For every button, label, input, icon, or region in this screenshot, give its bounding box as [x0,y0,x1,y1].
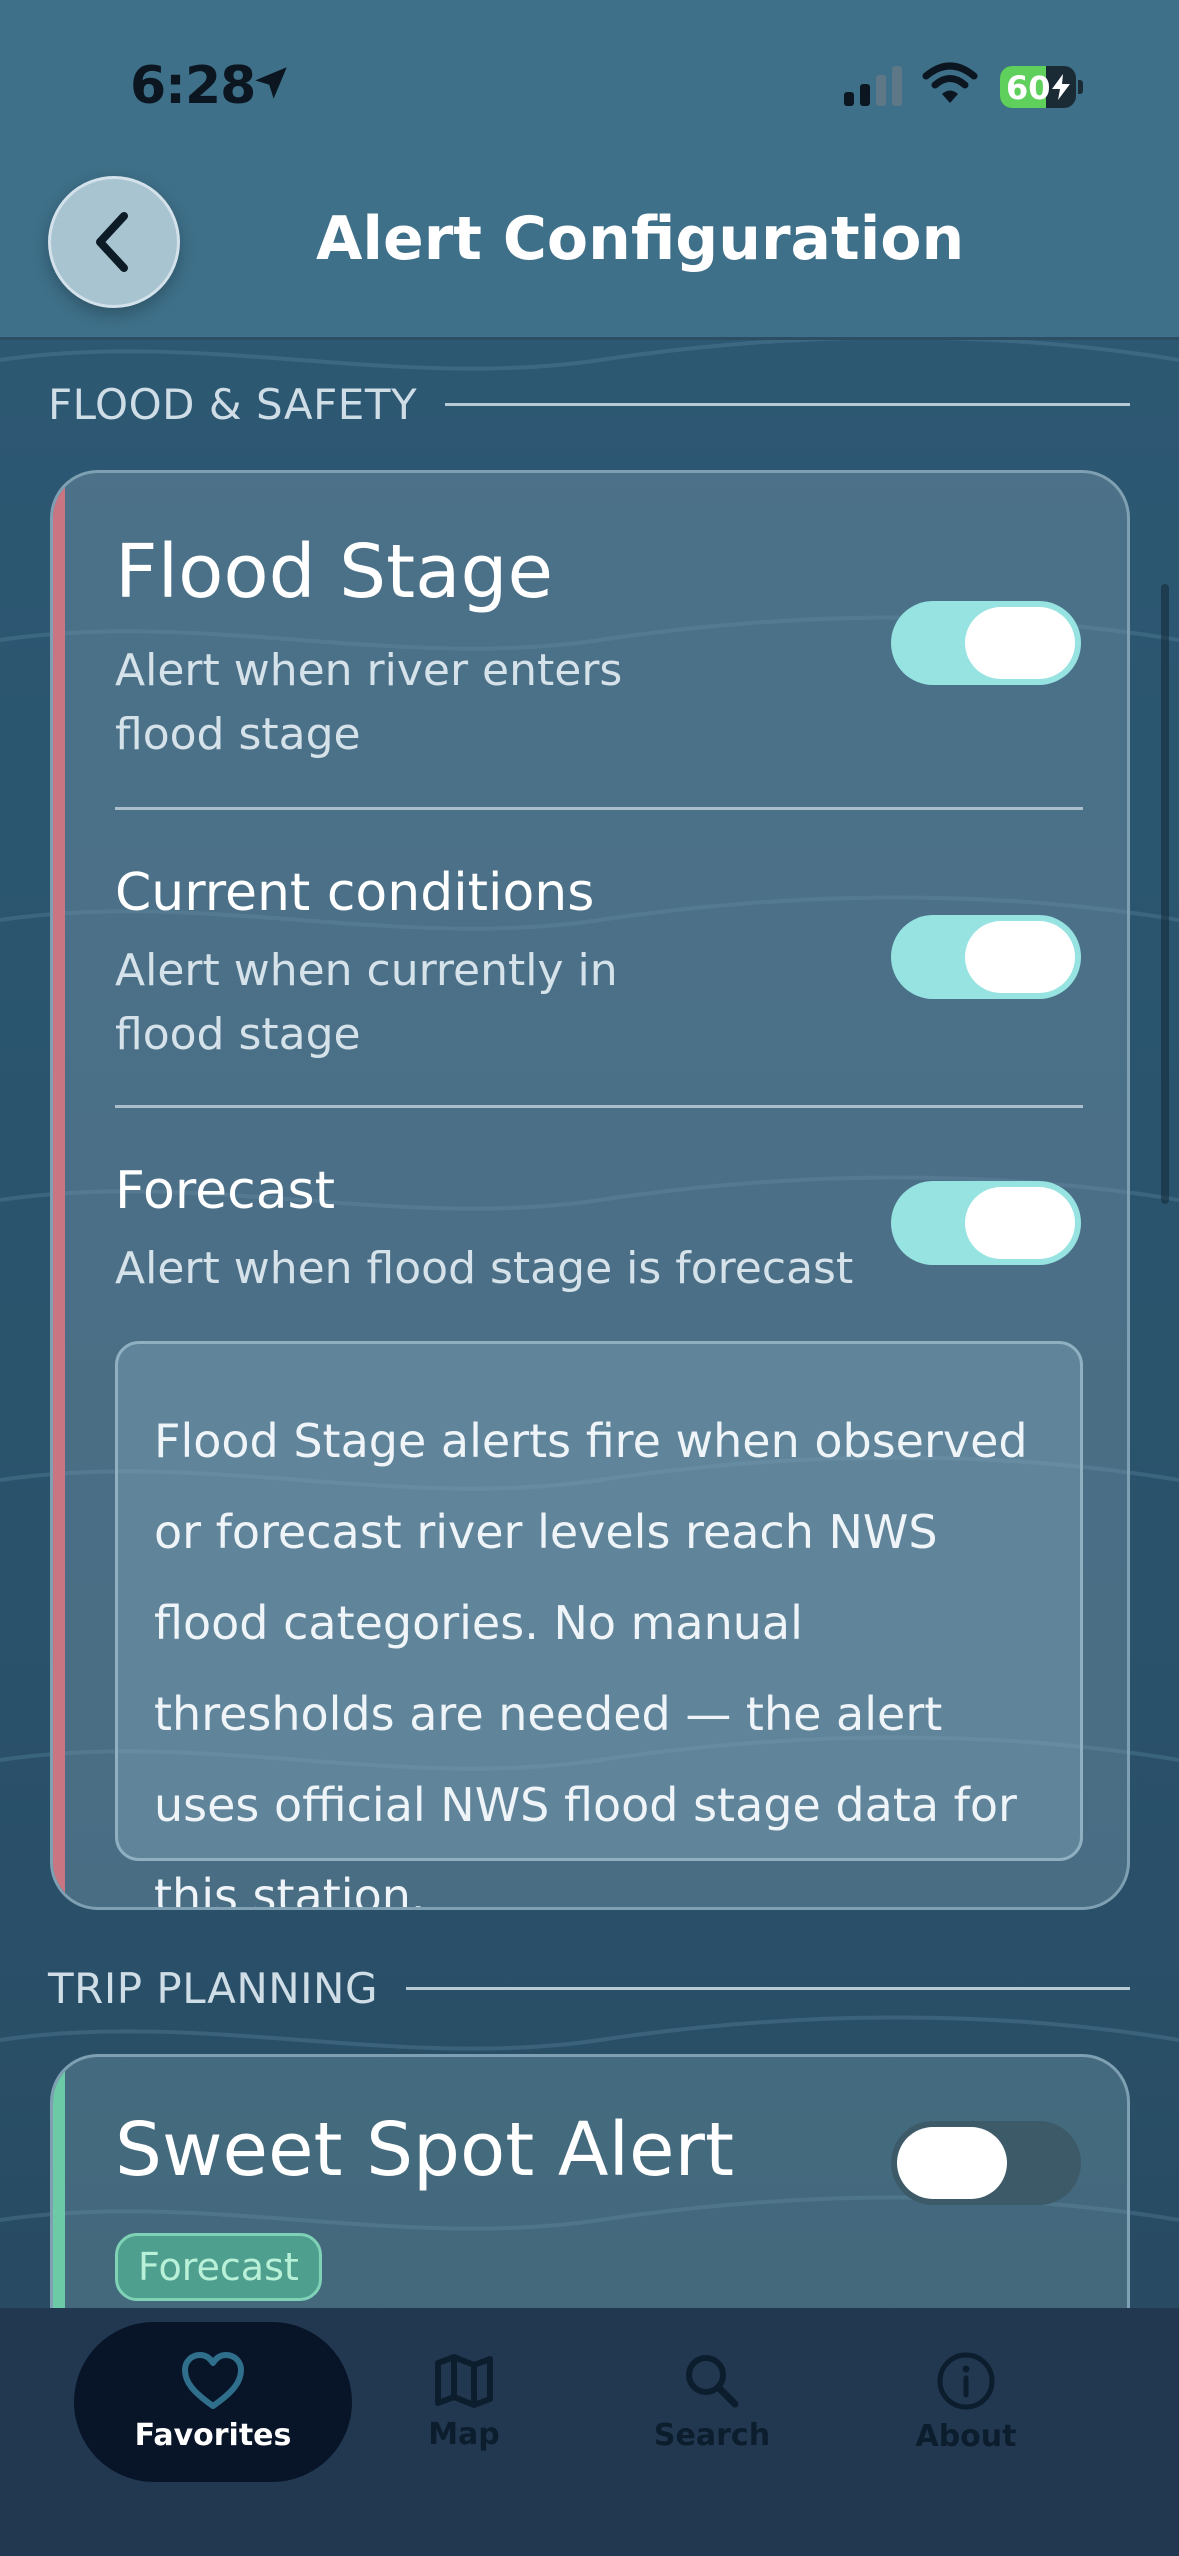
battery-charging-icon: 60 [1000,66,1076,108]
flood-safety-card: Flood Stage Alert when river enters floo… [50,470,1130,1910]
toggle-knob [897,2127,1007,2199]
tab-label: About [915,2418,1017,2454]
tab-map[interactable]: Map [384,2322,544,2482]
forecast-badge: Forecast [115,2233,322,2301]
chevron-left-icon [96,212,128,272]
status-bar: 6:28 60 [0,0,1179,160]
section-label: TRIP PLANNING [48,1964,379,2013]
flood-stage-info-text: Flood Stage alerts fire when observed or… [154,1414,1028,1910]
toggle-knob [965,607,1075,679]
card-accent-bar [53,473,65,1907]
forecast-description: Alert when flood stage is forecast [115,1243,854,1294]
sweet-spot-alert-toggle[interactable] [891,2121,1081,2205]
current-conditions-toggle[interactable] [891,915,1081,999]
location-arrow-icon [255,67,287,99]
tab-label: Map [428,2416,500,2452]
section-label: FLOOD & SAFETY [48,380,418,429]
info-icon [937,2352,995,2409]
tab-about[interactable]: About [886,2322,1046,2482]
flood-stage-info-box: Flood Stage alerts fire when observed or… [115,1341,1083,1907]
status-time: 6:28 [130,56,256,116]
current-conditions-description: Alert when currently in flood stage [115,945,618,1060]
current-conditions-title: Current conditions [115,863,595,923]
page-title: Alert Configuration [316,204,965,274]
cellular-signal-icon [844,66,902,106]
row-divider [115,1105,1083,1108]
tab-search[interactable]: Search [632,2322,792,2482]
navigation-header: 6:28 60 Alert Configuration [0,0,1179,340]
section-header-trip-planning: TRIP PLANNING [48,1964,1130,2013]
back-button[interactable] [48,176,180,308]
flood-stage-title: Flood Stage [115,529,554,615]
battery-level-text: 60 [1006,69,1051,107]
sweet-spot-alert-title: Sweet Spot Alert [115,2107,734,2193]
toggle-knob [965,1187,1075,1259]
tab-favorites[interactable]: Favorites [74,2322,352,2482]
heart-icon [182,2351,244,2409]
section-header-flood-safety: FLOOD & SAFETY [48,380,1130,429]
wifi-icon [922,62,978,103]
scrollbar[interactable] [1161,584,1169,1204]
battery-cap [1078,80,1083,94]
forecast-toggle[interactable] [891,1181,1081,1265]
tab-label: Search [653,2417,771,2453]
tab-bar: Favorites Map Search About [0,2308,1179,2556]
toggle-knob [965,921,1075,993]
section-divider [406,1987,1130,1990]
flood-stage-description: Alert when river enters flood stage [115,645,623,760]
map-icon [435,2353,493,2408]
row-divider [115,807,1083,810]
tab-label: Favorites [134,2417,292,2453]
forecast-title: Forecast [115,1161,336,1221]
search-icon [686,2354,739,2407]
flood-stage-toggle[interactable] [891,601,1081,685]
section-divider [445,403,1130,406]
charging-bolt-icon [1052,74,1070,100]
